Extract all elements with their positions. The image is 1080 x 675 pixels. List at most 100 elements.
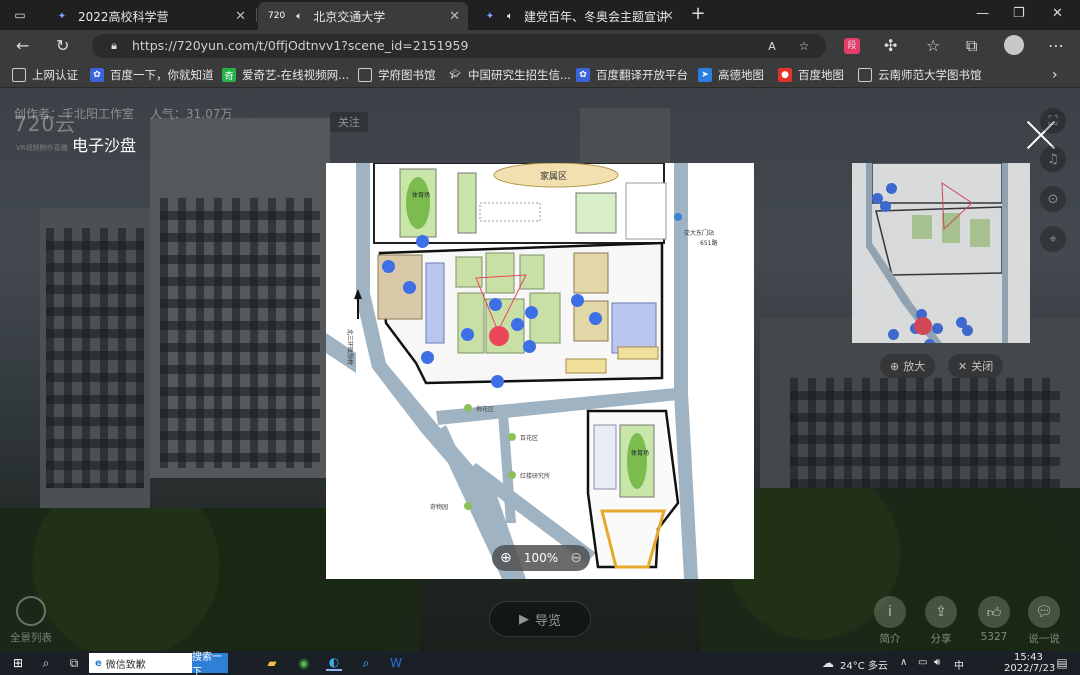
word-icon[interactable]: W (388, 655, 404, 671)
bookmark-item[interactable]: 云南师范大学图书馆 (858, 67, 982, 83)
guide-button[interactable]: ▶ 导览 (489, 601, 591, 637)
hotspot-marker[interactable] (403, 281, 416, 294)
zoom-out-icon[interactable]: ⊖ (570, 550, 582, 566)
clock-time[interactable]: 15:43 (1014, 652, 1043, 663)
hotspot-marker[interactable] (932, 323, 943, 334)
hotspot-marker[interactable] (489, 298, 502, 311)
hotspot-marker[interactable] (421, 351, 434, 364)
restore-icon[interactable]: ❐ (1013, 6, 1025, 21)
bookmark-item[interactable]: 奇爱奇艺-在线视频网... (222, 67, 349, 83)
new-tab-icon[interactable]: + (690, 3, 706, 24)
follow-button[interactable]: 关注 (330, 112, 368, 132)
intro-button[interactable]: i 简介 (874, 596, 906, 646)
url-field[interactable]: 🔒︎ https://720yun.com/t/0ffjOdtnvv1?scen… (92, 34, 826, 58)
comment-icon: 💬︎ (1028, 596, 1060, 628)
minimize-icon[interactable]: — (976, 6, 989, 21)
bookmark-item[interactable]: ➤ 高德地图 (698, 67, 764, 83)
network-icon[interactable]: ▭ (918, 657, 927, 668)
family-area-label: 家属区 (540, 170, 567, 182)
bookmark-item[interactable]: ✿ 百度翻译开放平台 (576, 67, 688, 83)
speaker-icon[interactable]: 🔈︎ (291, 8, 307, 24)
tab-gaoxiao[interactable]: ✦ 2022高校科学营 ✕ (44, 2, 254, 30)
taskbar-search-button[interactable]: 搜索一下 (192, 652, 228, 675)
mini-map-zoom-button[interactable]: ⊕ 放大 (880, 354, 936, 378)
weather-text[interactable]: 24°C 多云 (840, 657, 888, 672)
site-logo-subtitle: VR视频制作直播 (16, 144, 68, 152)
app-green-icon[interactable]: ◉ (296, 655, 312, 671)
tab-jiandang[interactable]: ✦ 🔈︎ 建党百年、冬奥会主题宣讲 ✕ (472, 2, 682, 30)
close-window-icon[interactable]: ✕ (1052, 6, 1063, 21)
comment-button[interactable]: 💬︎ 说一说 (1028, 596, 1060, 646)
current-location-marker[interactable] (489, 326, 509, 346)
vr-glasses-icon[interactable]: ⊙ (1040, 186, 1066, 212)
hotspot-marker[interactable] (523, 340, 536, 353)
bookmark-item[interactable]: 学府图书馆 (358, 67, 436, 83)
app-search-icon[interactable]: ⌕ (358, 655, 374, 671)
file-explorer-icon[interactable]: ▰ (264, 655, 280, 671)
read-aloud-icon[interactable]: A (764, 38, 780, 54)
mini-map[interactable] (852, 163, 1030, 343)
favorites-icon[interactable]: ☆ (926, 36, 940, 55)
panorama-list-button[interactable]: 全景列表 (10, 596, 52, 645)
extension-baidu-icon[interactable]: 段 (844, 38, 860, 54)
close-icon[interactable]: ✕ (235, 9, 246, 24)
speaker-icon[interactable]: 🔈︎ (502, 8, 518, 24)
music-icon[interactable]: ♫ (1040, 146, 1066, 172)
profile-avatar[interactable] (1004, 35, 1024, 55)
hotspot-marker[interactable] (461, 328, 474, 341)
mini-map-close-button[interactable]: ✕ 关闭 (948, 354, 1004, 378)
hotspot-marker[interactable] (886, 183, 897, 194)
more-menu-icon[interactable]: ⋯ (1048, 36, 1064, 55)
back-icon[interactable]: ← (16, 36, 29, 55)
hotspot-marker[interactable] (888, 329, 899, 340)
like-button[interactable]: 👍︎ 5327 (978, 596, 1010, 643)
current-location-marker[interactable] (914, 317, 932, 335)
close-icon[interactable]: ✕ (449, 9, 460, 24)
zoom-in-icon[interactable]: ⊕ (500, 550, 512, 566)
svg-text:交大东门站: 交大东门站 (684, 229, 714, 237)
compass-icon: ✦ (57, 10, 67, 22)
favorite-star-icon[interactable]: ☆ (796, 38, 812, 54)
zoom-level: 100% (523, 551, 559, 565)
refresh-icon[interactable]: ↻ (56, 36, 69, 55)
location-pin-icon[interactable]: ⌖ (1040, 226, 1066, 252)
bookmark-item[interactable]: ● 百度地图 (778, 67, 844, 83)
campus-map[interactable]: 家属区 体育场 体育场 梅花区 百花区 红楼研究所 奇物园 交大东门站 651路… (326, 163, 754, 579)
bookmark-item[interactable]: ✿ 百度一下，你就知道 (90, 67, 214, 83)
fullscreen-icon[interactable]: ⛶ (1040, 108, 1066, 134)
hotspot-marker[interactable] (511, 318, 524, 331)
hotspot-marker[interactable] (924, 339, 935, 343)
search-icon[interactable]: ⌕ (38, 655, 54, 671)
bookmark-item[interactable]: 🎓︎ 中国研究生招生信... (448, 67, 571, 83)
hotspot-marker[interactable] (571, 294, 584, 307)
panorama-viewer[interactable]: 创作者：千北阳工作室 人气：31.07万 720云 VR视频制作直播 关注 电子… (0, 88, 1080, 651)
hotspot-marker[interactable] (525, 306, 538, 319)
taskbar-search-input[interactable]: e 微信致歉 (89, 653, 192, 673)
notification-icon[interactable]: ▤ (1054, 655, 1070, 671)
window-menu-icon[interactable]: ▭ (12, 7, 28, 23)
hotspot-marker[interactable] (589, 312, 602, 325)
tab-title: 北京交通大学 (313, 9, 386, 24)
ime-icon[interactable]: 中 (954, 657, 964, 672)
tray-expand-icon[interactable]: ∧ (900, 657, 907, 668)
edge-browser-icon[interactable]: ◐ (326, 655, 342, 671)
zoom-control: ⊕ 100% ⊖ (492, 545, 590, 571)
hotspot-marker[interactable] (416, 235, 429, 248)
tab-bar: ▭ ✦ 2022高校科学营 ✕ 720 🔈︎ 北京交通大学 ✕ ✦ 🔈︎ 建党百… (0, 0, 1080, 30)
windows-start-icon[interactable]: ⊞ (10, 655, 26, 671)
hotspot-marker[interactable] (880, 201, 891, 212)
collections-icon[interactable]: ⧉ (966, 36, 977, 56)
share-button[interactable]: ⇪ 分享 (925, 596, 957, 646)
volume-icon[interactable]: 🔊︎ (934, 657, 940, 668)
clock-date[interactable]: 2022/7/23 (1004, 663, 1055, 674)
hotspot-marker[interactable] (382, 260, 395, 273)
tab-bjtu[interactable]: 720 🔈︎ 北京交通大学 ✕ (258, 2, 468, 30)
task-view-icon[interactable]: ⧉ (66, 655, 82, 671)
bookmark-label: 百度一下，你就知道 (110, 68, 214, 82)
extensions-puzzle-icon[interactable]: ✣ (884, 36, 897, 55)
hotspot-marker[interactable] (962, 325, 973, 336)
close-icon[interactable]: ✕ (663, 9, 674, 24)
hotspot-marker[interactable] (491, 375, 504, 388)
chevron-right-icon[interactable]: › (1052, 67, 1058, 83)
bookmark-item[interactable]: 上网认证 (12, 67, 78, 83)
